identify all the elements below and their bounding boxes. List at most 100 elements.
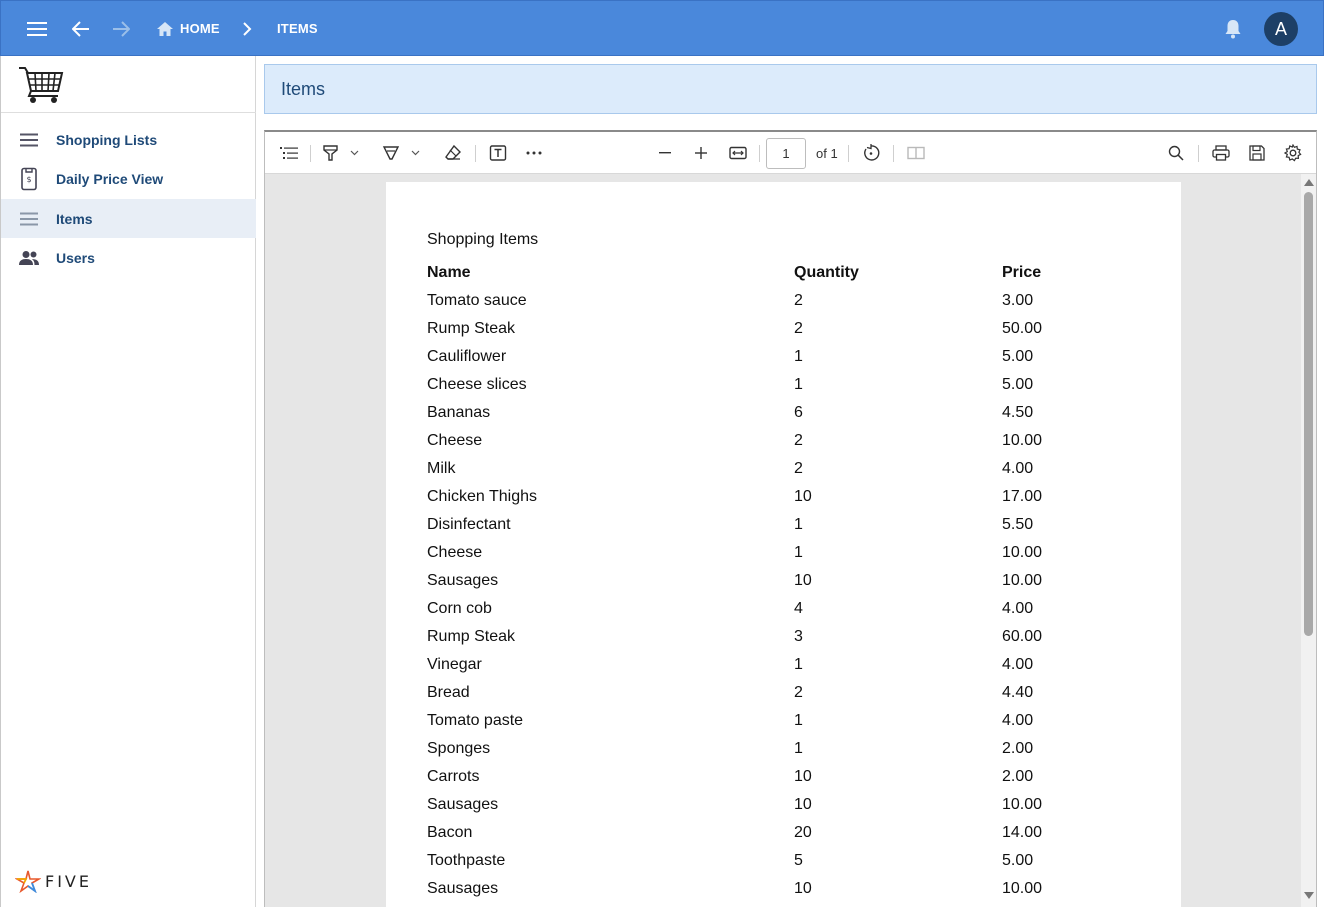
- table-row: Corn cob 4 4.00: [427, 600, 1167, 628]
- cell-quantity: 4: [794, 600, 803, 617]
- avatar-initial: A: [1274, 18, 1287, 39]
- cell-quantity: 10: [794, 796, 812, 813]
- rotate-icon[interactable]: [860, 142, 882, 164]
- table-row: Toothpaste 5 5.00: [427, 852, 1167, 880]
- breadcrumb-items[interactable]: ITEMS: [277, 21, 318, 36]
- sidebar-item-items[interactable]: Items: [1, 199, 256, 238]
- forward-arrow-icon[interactable]: [107, 15, 135, 43]
- cell-quantity: 10: [794, 768, 812, 785]
- column-header-quantity: Quantity: [794, 264, 859, 281]
- cell-price: 4.40: [1002, 684, 1034, 701]
- cell-quantity: 1: [794, 376, 803, 393]
- cell-name: Tomato paste: [427, 712, 524, 729]
- highlighter-icon[interactable]: [320, 142, 342, 164]
- viewer-toolbar: 1 of 1: [265, 132, 1316, 174]
- scrollbar-thumb[interactable]: [1304, 192, 1313, 636]
- table-row: Bread 2 4.40: [427, 684, 1167, 712]
- table-row: Sausages 10 10.00: [427, 796, 1167, 824]
- cell-name: Corn cob: [427, 600, 492, 617]
- cell-quantity: 1: [794, 348, 803, 365]
- list-icon: [18, 129, 40, 151]
- sidebar-item-daily-price-view[interactable]: $ Daily Price View: [1, 159, 256, 198]
- sidebar: Shopping Lists $ Daily Price View Items …: [0, 56, 256, 907]
- cell-quantity: 10: [794, 880, 812, 897]
- menu-icon[interactable]: [23, 15, 51, 43]
- vertical-scrollbar[interactable]: [1301, 174, 1316, 907]
- scroll-up-arrow-icon[interactable]: [1304, 179, 1314, 186]
- fit-width-icon[interactable]: [727, 142, 749, 164]
- page-header: Items: [264, 64, 1317, 114]
- text-box-icon[interactable]: [487, 142, 509, 164]
- toc-icon[interactable]: [278, 142, 300, 164]
- more-options-icon[interactable]: [523, 142, 545, 164]
- sidebar-item-label: Daily Price View: [56, 170, 164, 187]
- chevron-down-icon[interactable]: [347, 142, 361, 164]
- table-row: Cheese 2 10.00: [427, 432, 1167, 460]
- breadcrumb-home[interactable]: HOME: [180, 21, 220, 36]
- logo-area: [1, 56, 256, 113]
- back-arrow-icon[interactable]: [67, 15, 95, 43]
- pdf-viewer: 1 of 1 Shopping Items Name Quantity Pric…: [264, 130, 1317, 907]
- document-page: Shopping Items Name Quantity Price Tomat…: [386, 182, 1181, 907]
- cell-price: 4.00: [1002, 656, 1034, 673]
- sidebar-item-users[interactable]: Users: [1, 238, 256, 277]
- cell-name: Cauliflower: [427, 348, 507, 365]
- table-header-row: Name Quantity Price: [427, 264, 1167, 292]
- page-number-input[interactable]: 1: [766, 138, 806, 169]
- draw-icon[interactable]: [380, 142, 402, 164]
- cell-name: Sponges: [427, 740, 491, 757]
- settings-gear-icon[interactable]: [1282, 142, 1304, 164]
- zoom-in-icon[interactable]: [690, 142, 712, 164]
- save-icon[interactable]: [1246, 142, 1268, 164]
- cell-name: Disinfectant: [427, 516, 511, 533]
- bell-icon[interactable]: [1219, 15, 1247, 43]
- home-icon[interactable]: [151, 15, 179, 43]
- cell-quantity: 6: [794, 404, 803, 421]
- cell-quantity: 1: [794, 544, 803, 561]
- cell-quantity: 2: [794, 460, 803, 477]
- table-row: Cheese 1 10.00: [427, 544, 1167, 572]
- document-canvas[interactable]: Shopping Items Name Quantity Price Tomat…: [265, 174, 1301, 907]
- search-icon[interactable]: [1165, 142, 1187, 164]
- cell-quantity: 2: [794, 684, 803, 701]
- cell-price: 5.50: [1002, 516, 1034, 533]
- scroll-down-arrow-icon[interactable]: [1304, 892, 1314, 899]
- cell-quantity: 10: [794, 572, 812, 589]
- cell-price: 2.00: [1002, 768, 1034, 785]
- cell-price: 14.00: [1002, 824, 1043, 841]
- zoom-out-icon[interactable]: [654, 142, 676, 164]
- cell-price: 5.00: [1002, 852, 1034, 869]
- table-row: Sponges 1 2.00: [427, 740, 1167, 768]
- table-row: Tomato sauce 2 3.00: [427, 292, 1167, 320]
- table-row: Bacon 20 14.00: [427, 824, 1167, 852]
- avatar[interactable]: A: [1264, 12, 1298, 46]
- cell-name: Sausages: [427, 880, 499, 897]
- table-row: Carrots 10 2.00: [427, 768, 1167, 796]
- cell-name: Rump Steak: [427, 320, 516, 337]
- five-mark-icon: [15, 870, 41, 893]
- cell-quantity: 3: [794, 628, 803, 645]
- toolbar-separator: [1198, 145, 1199, 162]
- print-icon[interactable]: [1210, 142, 1232, 164]
- cell-price: 4.00: [1002, 712, 1034, 729]
- table-row: Sausages 10 10.00: [427, 880, 1167, 907]
- cell-price: 4.50: [1002, 404, 1034, 421]
- chevron-down-icon[interactable]: [408, 142, 422, 164]
- sidebar-item-label: Users: [56, 249, 95, 266]
- cell-name: Milk: [427, 460, 456, 477]
- sidebar-item-shopping-lists[interactable]: Shopping Lists: [1, 120, 256, 159]
- cell-quantity: 10: [794, 488, 812, 505]
- cell-quantity: 1: [794, 712, 803, 729]
- cell-price: 4.00: [1002, 600, 1034, 617]
- cell-quantity: 1: [794, 656, 803, 673]
- cell-quantity: 5: [794, 852, 803, 869]
- cell-price: 10.00: [1002, 796, 1043, 813]
- cell-name: Cheese: [427, 544, 483, 561]
- page-total-label: of 1: [816, 146, 838, 161]
- cell-quantity: 2: [794, 432, 803, 449]
- page-layout-icon: [905, 142, 927, 164]
- cell-name: Carrots: [427, 768, 480, 785]
- cell-price: 4.00: [1002, 460, 1034, 477]
- cell-name: Sausages: [427, 572, 499, 589]
- eraser-icon[interactable]: [442, 142, 464, 164]
